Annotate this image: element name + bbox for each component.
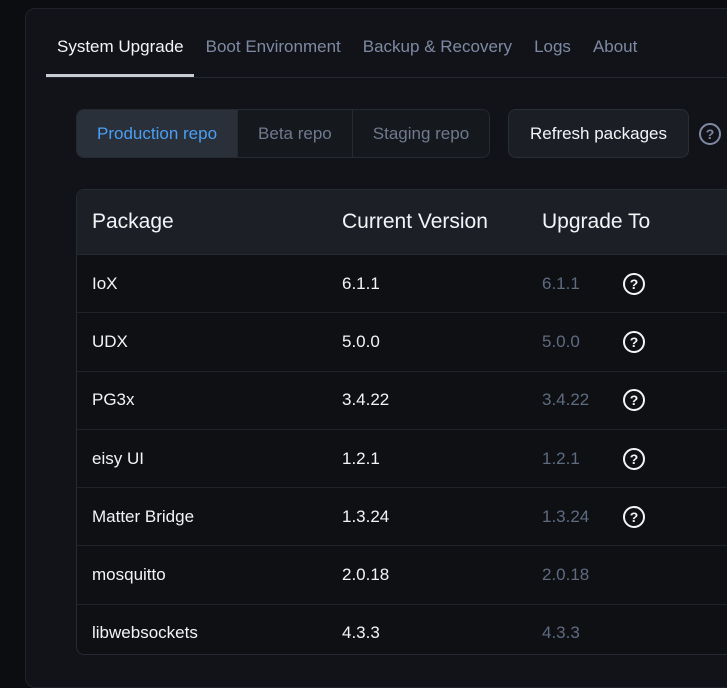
current-version: 1.2.1 [342, 448, 380, 468]
current-version: 3.4.22 [342, 390, 390, 410]
upgrade-version: 4.3.3 [542, 623, 580, 643]
upgrade-version: 1.3.24 [542, 506, 590, 526]
repo-production-button[interactable]: Production repo [77, 110, 239, 157]
help-circle-icon[interactable]: ? [623, 389, 645, 412]
table-row: eisy UI 1.2.1 1.2.1? [77, 430, 727, 489]
help-circle-icon[interactable]: ? [623, 505, 645, 528]
table-header: Package Current Version Upgrade To [77, 190, 727, 255]
package-name: IoX [92, 273, 118, 293]
table-row: mosquitto 2.0.18 2.0.18 [77, 546, 727, 605]
table-row: Matter Bridge 1.3.24 1.3.24? [77, 488, 727, 547]
repo-beta-button[interactable]: Beta repo [238, 110, 353, 157]
package-name: eisy UI [92, 448, 144, 468]
current-version: 5.0.0 [342, 331, 380, 351]
table-row: PG3x 3.4.22 3.4.22? [77, 372, 727, 430]
package-name: PG3x [92, 390, 135, 410]
package-name: mosquitto [92, 565, 166, 585]
table-row: libwebsockets 4.3.3 4.3.3 [77, 605, 727, 654]
help-circle-icon[interactable]: ? [623, 447, 645, 470]
tab-about[interactable]: About [593, 29, 637, 69]
upgrade-version: 3.4.22 [542, 390, 590, 410]
packages-table: Package Current Version Upgrade To IoX 6.… [76, 189, 727, 655]
upgrade-version: 5.0.0 [542, 331, 580, 351]
tabs-divider [46, 77, 727, 78]
help-circle-icon[interactable]: ? [623, 330, 645, 353]
help-circle-icon[interactable]: ? [623, 272, 645, 295]
tab-bar: System Upgrade Boot Environment Backup &… [46, 29, 659, 77]
tab-system-upgrade[interactable]: System Upgrade [46, 29, 194, 77]
current-version: 2.0.18 [342, 565, 390, 585]
current-version: 6.1.1 [342, 273, 380, 293]
upgrade-version: 1.2.1 [542, 448, 580, 468]
upgrade-version: 6.1.1 [542, 273, 580, 293]
help-circle-icon[interactable]: ? [699, 123, 721, 145]
header-upgrade-to: Upgrade To [542, 210, 651, 233]
repo-staging-button[interactable]: Staging repo [353, 110, 489, 157]
table-row: UDX 5.0.0 5.0.0? [77, 313, 727, 372]
current-version: 1.3.24 [342, 506, 390, 526]
package-name: libwebsockets [92, 623, 198, 643]
header-current-version: Current Version [342, 210, 488, 233]
current-version: 4.3.3 [342, 623, 380, 643]
table-row: IoX 6.1.1 6.1.1? [77, 255, 727, 314]
upgrade-version: 2.0.18 [542, 565, 590, 585]
header-package: Package [92, 210, 174, 233]
tab-logs[interactable]: Logs [534, 29, 571, 69]
repo-selector: Production repo Beta repo Staging repo [76, 109, 491, 158]
tab-boot-environment[interactable]: Boot Environment [206, 29, 341, 69]
tab-backup-recovery[interactable]: Backup & Recovery [363, 29, 512, 69]
refresh-packages-button[interactable]: Refresh packages [508, 109, 689, 158]
package-name: Matter Bridge [92, 506, 195, 526]
package-name: UDX [92, 331, 128, 351]
